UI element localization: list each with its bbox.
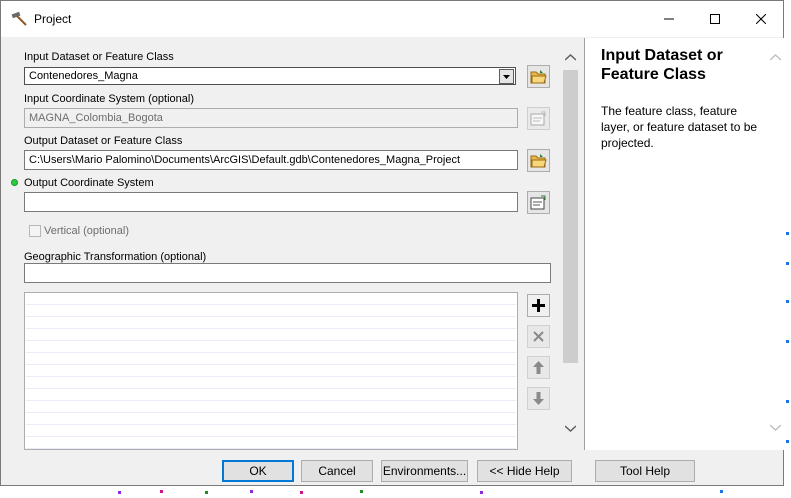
add-row-button[interactable]: [527, 294, 550, 317]
add-icon: [532, 299, 545, 312]
move-up-button: [527, 356, 550, 379]
parameters-panel: Input Dataset or Feature Class Contenedo…: [9, 38, 579, 450]
map-mark: [300, 491, 303, 494]
output-cs-label: Output Coordinate System: [24, 177, 154, 189]
down-arrow-icon: [533, 392, 544, 405]
tool-help-button[interactable]: Tool Help: [595, 460, 695, 482]
map-mark: [786, 300, 789, 303]
output-cs-field[interactable]: [24, 192, 518, 212]
map-mark: [720, 490, 723, 493]
map-mark: [786, 262, 789, 265]
input-dataset-combo[interactable]: Contenedores_Magna: [24, 67, 516, 85]
input-dataset-browse-button[interactable]: [527, 65, 550, 88]
ok-button[interactable]: OK: [222, 460, 294, 482]
geo-transform-list[interactable]: [24, 292, 518, 450]
input-cs-label: Input Coordinate System (optional): [24, 93, 194, 105]
map-mark: [786, 400, 789, 403]
input-dataset-value: Contenedores_Magna: [29, 70, 138, 82]
vertical-label: Vertical (optional): [44, 225, 129, 237]
help-scroll-down-icon[interactable]: [770, 424, 781, 431]
coordinate-properties-icon: [530, 195, 546, 210]
help-body: The feature class, feature layer, or fea…: [601, 104, 758, 150]
hammer-icon: [11, 11, 29, 27]
background-map-right: [783, 0, 791, 498]
input-cs-field: MAGNA_Colombia_Bogota: [24, 108, 518, 128]
map-mark: [786, 232, 789, 235]
scroll-up-icon: [565, 54, 576, 61]
input-dataset-dropdown-button[interactable]: [499, 69, 514, 84]
vertical-checkbox[interactable]: [29, 225, 41, 237]
geo-transform-field[interactable]: [24, 263, 551, 283]
title-bar[interactable]: Project: [1, 1, 783, 37]
required-indicator-icon: [11, 179, 18, 186]
input-dataset-label: Input Dataset or Feature Class: [24, 51, 174, 63]
up-arrow-icon: [533, 361, 544, 374]
coordinate-properties-icon: [530, 111, 546, 126]
remove-icon: [533, 331, 544, 342]
map-mark: [205, 491, 208, 494]
output-dataset-value: C:\Users\Mario Palomino\Documents\ArcGIS…: [29, 154, 461, 166]
chevron-down-icon: [503, 74, 510, 79]
minimize-button[interactable]: [646, 1, 692, 37]
open-folder-icon: [530, 70, 547, 84]
move-down-button: [527, 387, 550, 410]
help-panel: Input Dataset or Feature Class The featu…: [584, 38, 784, 450]
cancel-button[interactable]: Cancel: [301, 460, 373, 482]
map-mark: [480, 491, 483, 494]
environments-button[interactable]: Environments...: [381, 460, 468, 482]
help-scroll-up-icon[interactable]: [770, 54, 781, 61]
maximize-button[interactable]: [692, 1, 738, 37]
map-mark: [118, 491, 121, 494]
window-title: Project: [34, 12, 72, 26]
minimize-icon: [664, 18, 674, 20]
input-cs-properties-button: [527, 107, 550, 130]
map-mark: [786, 340, 789, 343]
project-dialog: Project Input Dataset or Feature Class C…: [0, 0, 784, 486]
remove-row-button: [527, 325, 550, 348]
scroll-down-icon: [565, 425, 576, 432]
geo-transform-label: Geographic Transformation (optional): [24, 251, 207, 263]
map-mark: [360, 490, 363, 493]
maximize-icon: [710, 14, 720, 24]
input-cs-value: MAGNA_Colombia_Bogota: [29, 112, 163, 124]
output-dataset-label: Output Dataset or Feature Class: [24, 135, 183, 147]
params-scrollbar[interactable]: [562, 48, 579, 443]
close-icon: [756, 14, 766, 24]
help-title: Input Dataset or Feature Class: [601, 47, 723, 83]
close-button[interactable]: [738, 1, 784, 37]
map-mark: [160, 490, 163, 493]
scroll-thumb[interactable]: [563, 70, 578, 363]
output-cs-properties-button[interactable]: [527, 191, 550, 214]
background-map-bottom: [0, 485, 791, 498]
map-mark: [786, 440, 789, 443]
map-mark: [250, 490, 253, 493]
open-folder-icon: [530, 154, 547, 168]
output-dataset-field[interactable]: C:\Users\Mario Palomino\Documents\ArcGIS…: [24, 150, 518, 170]
output-dataset-browse-button[interactable]: [527, 149, 550, 172]
hide-help-button[interactable]: << Hide Help: [477, 460, 572, 482]
